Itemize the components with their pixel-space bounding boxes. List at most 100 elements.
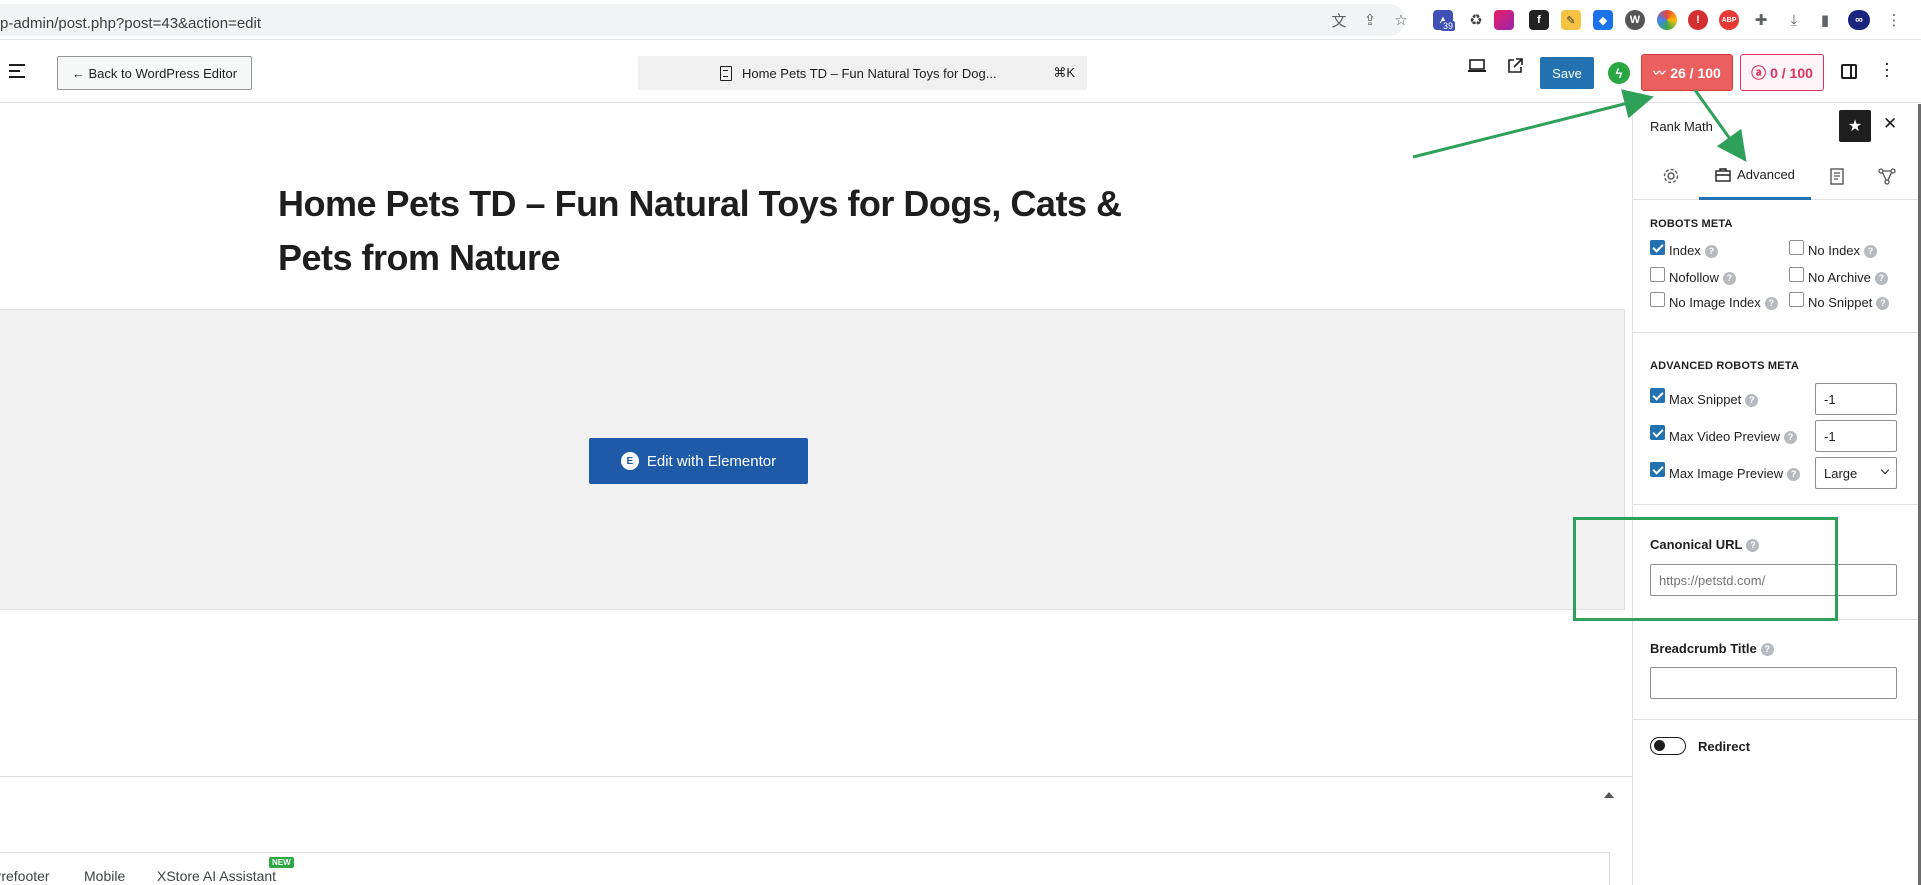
advanced-robots-meta-header: ADVANCED ROBOTS META (1650, 360, 1800, 372)
help-icon[interactable]: ? (1787, 468, 1801, 481)
browser-toolbar: p-admin/post.php?post=43&action=edit 文 ⇪… (0, 0, 1921, 40)
adblock-extension-icon[interactable]: ABP (1719, 10, 1739, 30)
browser-menu-icon[interactable]: ⋮ (1884, 10, 1904, 30)
rank-math-seo-score-button[interactable]: 〰 26 / 100 (1641, 54, 1733, 91)
help-icon[interactable]: ? (1745, 394, 1759, 407)
nofollow-checkbox[interactable] (1650, 267, 1665, 282)
close-icon[interactable]: ✕ (1883, 114, 1897, 134)
wappalyzer-extension-icon[interactable]: W (1625, 10, 1645, 30)
help-icon[interactable]: ? (1722, 272, 1736, 285)
snippet-icon (1830, 167, 1844, 185)
content-ai-icon: ⓐ (1751, 65, 1767, 82)
fx-extension-icon[interactable]: f (1529, 10, 1549, 30)
max-image-preview-label: Max Image Preview? (1669, 466, 1801, 481)
seo-score-value: 26 / 100 (1670, 64, 1721, 81)
edit-with-elementor-label: Edit with Elementor (646, 452, 777, 470)
max-video-preview-checkbox[interactable] (1650, 425, 1665, 440)
noarchive-checkbox[interactable] (1789, 267, 1804, 282)
schema-icon (1878, 168, 1896, 185)
help-icon[interactable]: ? (1764, 297, 1778, 310)
annotation-highlight-box (1573, 517, 1838, 621)
tab-general[interactable] (1651, 152, 1691, 200)
back-to-wordpress-editor-button[interactable]: ← Back to WordPress Editor (57, 56, 252, 90)
side-panel-icon[interactable]: ▮ (1815, 10, 1835, 30)
max-snippet-input[interactable]: -1 (1815, 383, 1897, 415)
help-icon[interactable]: ? (1864, 245, 1878, 258)
rank-math-sidebar: Rank Math ★ ✕ Advanced ROBOTS META Index… (1632, 104, 1921, 885)
noindex-label: No Index? (1808, 243, 1878, 258)
extension-badge: 39 (1441, 21, 1456, 31)
download-icon[interactable]: ⤓ (1784, 10, 1804, 30)
metabox-divider (0, 776, 1632, 777)
tab-advanced[interactable]: Advanced (1699, 152, 1811, 200)
tab-schema[interactable] (1867, 152, 1907, 200)
translate-icon[interactable]: 文 (1329, 10, 1349, 30)
shortcut-hint: ⌘K (1053, 65, 1075, 80)
help-icon[interactable]: ? (1784, 431, 1798, 444)
tab-prefooter[interactable]: Prefooter (0, 868, 50, 884)
share-icon[interactable]: ⇪ (1360, 10, 1380, 30)
document-title: Home Pets TD – Fun Natural Toys for Dog.… (742, 65, 997, 81)
color-picker-extension-icon[interactable] (1657, 10, 1677, 30)
help-icon[interactable]: ? (1760, 643, 1774, 656)
post-title[interactable]: Home Pets TD – Fun Natural Toys for Dogs… (278, 177, 1128, 285)
pencil-extension-icon[interactable]: ✎ (1561, 10, 1581, 30)
document-overview-icon[interactable] (9, 64, 25, 82)
robots-meta-header: ROBOTS META (1650, 218, 1733, 230)
help-icon[interactable]: ? (1876, 297, 1890, 310)
shield-extension-icon[interactable]: ◆ (1593, 10, 1613, 30)
help-icon[interactable]: ? (1874, 272, 1888, 285)
settings-sidebar-toggle-icon[interactable] (1841, 64, 1857, 79)
content-ai-score-button[interactable]: ⓐ 0 / 100 (1740, 54, 1824, 91)
briefcase-icon (1715, 168, 1731, 182)
breadcrumb-title-label: Breadcrumb Title? (1650, 641, 1774, 656)
view-post-external-icon[interactable] (1506, 57, 1524, 80)
options-menu-icon[interactable]: · · · (1884, 54, 1890, 84)
save-button[interactable]: Save (1540, 57, 1594, 89)
max-image-preview-checkbox[interactable] (1650, 462, 1665, 477)
bookmark-star-icon[interactable]: ☆ (1391, 10, 1411, 30)
performance-plugin-icon[interactable]: ϟ (1608, 62, 1630, 84)
index-checkbox[interactable] (1650, 240, 1665, 255)
url-text[interactable]: p-admin/post.php?post=43&action=edit (0, 15, 261, 32)
section-divider (1633, 504, 1921, 505)
breadcrumb-title-input[interactable] (1650, 667, 1897, 699)
address-bar[interactable]: p-admin/post.php?post=43&action=edit (0, 4, 1405, 36)
elementor-placeholder: E Edit with Elementor (0, 309, 1625, 610)
editor-header: ← Back to WordPress Editor Home Pets TD … (0, 40, 1921, 103)
max-image-preview-select[interactable]: Large (1815, 457, 1897, 489)
elementor-icon: E (620, 452, 639, 470)
editor-canvas: Home Pets TD – Fun Natural Toys for Dogs… (0, 104, 1632, 885)
redirect-label: Redirect (1698, 739, 1751, 754)
collapse-metabox-icon[interactable] (1604, 792, 1614, 798)
tab-advanced-label: Advanced (1737, 167, 1795, 182)
sidebar-title: Rank Math (1650, 119, 1713, 134)
red-extension-icon[interactable]: ! (1688, 10, 1708, 30)
document-icon (720, 65, 732, 81)
preview-desktop-icon[interactable] (1467, 58, 1487, 79)
max-snippet-checkbox[interactable] (1650, 388, 1665, 403)
section-divider (1633, 719, 1921, 720)
tab-mobile[interactable]: Mobile (84, 868, 125, 884)
noimageindex-checkbox[interactable] (1650, 292, 1665, 307)
command-palette-bar[interactable]: Home Pets TD – Fun Natural Toys for Dog.… (638, 56, 1087, 90)
tab-xstore-ai-assistant[interactable]: XStore AI Assistant (157, 868, 276, 884)
nosnippet-checkbox[interactable] (1789, 292, 1804, 307)
chevron-down-icon (1880, 465, 1890, 475)
new-badge: NEW (269, 857, 294, 868)
nosnippet-label: No Snippet? (1808, 295, 1890, 310)
max-snippet-label: Max Snippet? (1669, 392, 1759, 407)
profile-avatar-icon[interactable]: ∞ (1848, 10, 1870, 30)
noindex-checkbox[interactable] (1789, 240, 1804, 255)
redirect-toggle[interactable] (1650, 737, 1686, 755)
max-video-preview-input[interactable]: -1 (1815, 420, 1897, 452)
recycle-extension-icon[interactable]: ♻ (1466, 10, 1486, 30)
edit-with-elementor-button[interactable]: E Edit with Elementor (589, 438, 808, 484)
index-label: Index? (1669, 243, 1718, 258)
gradient-extension-icon[interactable] (1494, 10, 1514, 30)
help-icon[interactable]: ? (1704, 245, 1718, 258)
content-ai-score-value: 0 / 100 (1770, 64, 1813, 81)
puzzle-extensions-icon[interactable]: ✚ (1751, 10, 1771, 30)
tab-social[interactable] (1817, 152, 1857, 200)
pin-star-icon[interactable]: ★ (1839, 110, 1871, 142)
